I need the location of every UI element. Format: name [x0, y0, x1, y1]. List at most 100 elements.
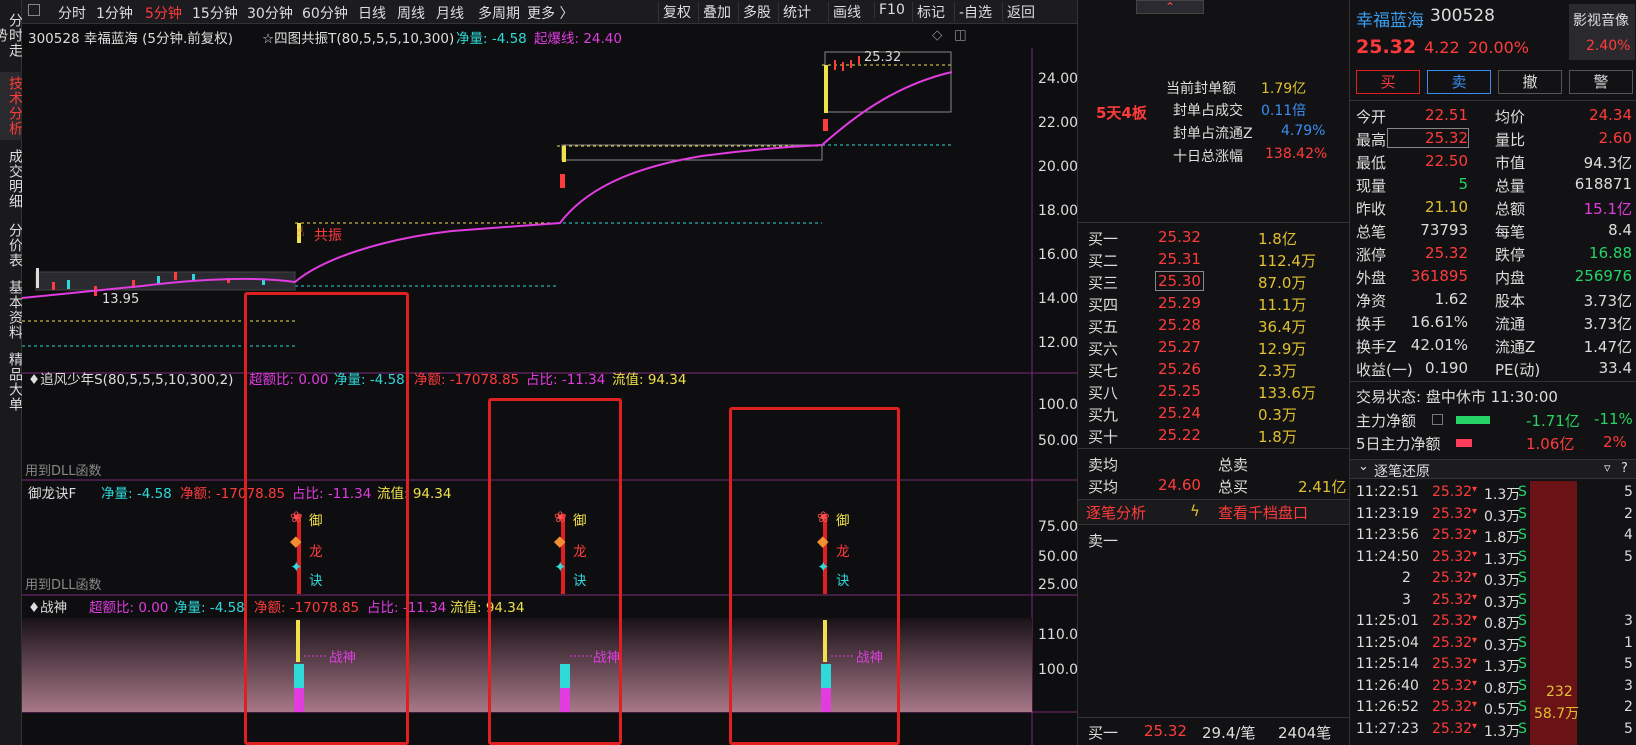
- tb-period-0[interactable]: 分时: [58, 3, 86, 23]
- vtab-bigorders[interactable]: 精品大单: [0, 348, 23, 416]
- tick-price: 25.32: [1432, 720, 1473, 737]
- stat-value: 5: [1458, 175, 1468, 193]
- stat-label: 昨收: [1356, 200, 1387, 218]
- chart-area[interactable]: 300528 幸福蓝海 (5分钟.前复权) ☆四图共振T(80,5,5,5,10…: [22, 24, 1078, 745]
- bid-price[interactable]: 25.22: [1156, 426, 1203, 444]
- sell-button[interactable]: 卖: [1427, 70, 1491, 94]
- tb-period-5[interactable]: 60分钟: [302, 3, 348, 23]
- bid-price[interactable]: 25.30: [1155, 271, 1204, 291]
- tab-thousand-levels[interactable]: 查看千档盘口: [1218, 502, 1308, 523]
- stat-label: 总额: [1495, 200, 1526, 218]
- tb-draw[interactable]: 画线: [828, 2, 865, 22]
- stat-value: 22.51: [1425, 106, 1468, 124]
- tb-period-1[interactable]: 1分钟: [96, 3, 133, 23]
- stat-label: 每笔: [1495, 223, 1526, 241]
- vtab-technical[interactable]: 技术分析: [0, 72, 23, 140]
- hand-icon: ☝: [296, 224, 305, 240]
- stat-value: 25.32: [1387, 128, 1469, 148]
- stat-label: 外盘: [1356, 269, 1387, 287]
- alert-button[interactable]: 警: [1569, 70, 1633, 94]
- tb-f10[interactable]: F10: [874, 2, 909, 18]
- up-arrow-icon: ▾: [1472, 505, 1478, 517]
- stat-value: 3.73亿: [1583, 292, 1632, 310]
- sub1-name[interactable]: ♦追风少年S(80,5,5,5,10,300,2): [28, 368, 233, 388]
- tb-multi[interactable]: 多股: [738, 2, 775, 22]
- sub3-name[interactable]: ♦战神: [28, 596, 67, 616]
- bid-price[interactable]: 25.25: [1156, 382, 1203, 400]
- tb-more[interactable]: 更多 〉: [527, 3, 573, 23]
- tick-volume: 1.3万: [1484, 487, 1521, 503]
- sell1-label: 卖一: [1088, 532, 1119, 550]
- low-label: 13.95: [102, 292, 140, 307]
- trade-status: 交易状态: 盘中休市 11:30:00: [1356, 388, 1558, 406]
- limit-candle-2: [562, 146, 566, 162]
- vtab-timeshare[interactable]: 分时走势: [0, 2, 23, 68]
- tb-restore[interactable]: 复权: [658, 2, 695, 22]
- bid-price[interactable]: 25.28: [1156, 316, 1203, 334]
- tb-period-2[interactable]: 5分钟: [145, 3, 182, 23]
- pct-change: 20.00%: [1468, 38, 1530, 57]
- vtab-trades[interactable]: 成交明细: [0, 145, 23, 213]
- tick-side: S: [1518, 720, 1527, 737]
- bid-price[interactable]: 25.24: [1156, 404, 1203, 422]
- chevron-down-icon[interactable]: ⌄: [1358, 459, 1369, 474]
- up-arrow-icon: ▾: [1472, 634, 1478, 646]
- tb-period-4[interactable]: 30分钟: [247, 3, 293, 23]
- stat-value: 25.32: [1425, 244, 1468, 262]
- vtab-pricetable[interactable]: 分价表: [0, 218, 23, 272]
- bid-price[interactable]: 25.31: [1156, 250, 1203, 268]
- tb-period-7[interactable]: 周线: [397, 3, 425, 23]
- bid-price[interactable]: 25.29: [1156, 294, 1203, 312]
- stock-name: 幸福蓝海: [1356, 11, 1424, 31]
- sub2-name[interactable]: 御龙诀F: [28, 482, 76, 502]
- tb-period-6[interactable]: 日线: [358, 3, 386, 23]
- seal-key-1: 封单占成交: [1173, 103, 1243, 119]
- tb-period-9[interactable]: 多周期: [478, 3, 520, 23]
- toggle-icon[interactable]: [28, 4, 40, 16]
- buy-button[interactable]: 买: [1356, 70, 1420, 94]
- sub1-d: 占比: -11.34: [526, 372, 606, 388]
- stat-label: 股本: [1495, 292, 1526, 310]
- stat-value: 256976: [1574, 267, 1632, 285]
- vtab-basic[interactable]: 基本资料: [0, 276, 23, 344]
- tb-back[interactable]: 返回: [1002, 2, 1039, 22]
- doc-icon[interactable]: [1432, 414, 1443, 425]
- tb-stats[interactable]: 统计: [778, 2, 815, 22]
- bid-price[interactable]: 25.26: [1156, 360, 1203, 378]
- tb-overlay[interactable]: 叠加: [698, 2, 735, 22]
- bid-label: 买八: [1088, 384, 1119, 402]
- help-icon[interactable]: ?: [1621, 461, 1628, 476]
- tb-period-8[interactable]: 月线: [436, 3, 464, 23]
- tb-mark[interactable]: 标记: [912, 2, 949, 22]
- tick-count: 1: [1624, 634, 1633, 651]
- bid-volume: 36.4万: [1258, 318, 1307, 336]
- limit-candle-2b: [560, 174, 565, 188]
- tick-time: 11:27:23: [1356, 720, 1419, 737]
- tick-price: 25.32: [1432, 570, 1473, 586]
- tick-count: 2: [1624, 505, 1633, 522]
- tb-watch[interactable]: -自选: [954, 2, 996, 22]
- tick-time: 11:26:52: [1356, 699, 1419, 715]
- tab-tick-analysis[interactable]: 逐笔分析: [1086, 502, 1146, 523]
- tick-side: S: [1518, 505, 1527, 522]
- bid-volume: 112.4万: [1258, 252, 1316, 270]
- bid-label: 买九: [1088, 406, 1119, 424]
- tick-side: S: [1518, 527, 1527, 543]
- bid-label: 买四: [1088, 296, 1119, 314]
- tick-price: 25.32: [1432, 548, 1473, 565]
- tb-period-3[interactable]: 15分钟: [192, 3, 238, 23]
- filter-icon[interactable]: ▿: [1604, 461, 1611, 476]
- bid-price[interactable]: 25.27: [1156, 338, 1203, 356]
- collapse-icon[interactable]: ⌃: [1136, 0, 1204, 14]
- cancel-button[interactable]: 撤: [1498, 70, 1562, 94]
- sector-name: 影视音像: [1573, 13, 1629, 29]
- stat-value: 8.4: [1608, 221, 1632, 239]
- quote-panel: 幸福蓝海 300528 影视音像 2.40% 25.32 4.22 20.00%…: [1349, 0, 1636, 745]
- sub1-c: 净额: -17078.85: [414, 372, 520, 388]
- stat-value: 1.62: [1434, 290, 1468, 308]
- stat-label: 市值: [1495, 154, 1526, 172]
- tick-count: 5: [1624, 548, 1633, 565]
- bid-price[interactable]: 25.32: [1156, 228, 1203, 246]
- order-panel: ⌃ 5天4板 当前封单额 1.79亿 封单占成交 0.11倍 封单占流通Z 4.…: [1077, 0, 1350, 745]
- tick-side: S: [1518, 613, 1527, 629]
